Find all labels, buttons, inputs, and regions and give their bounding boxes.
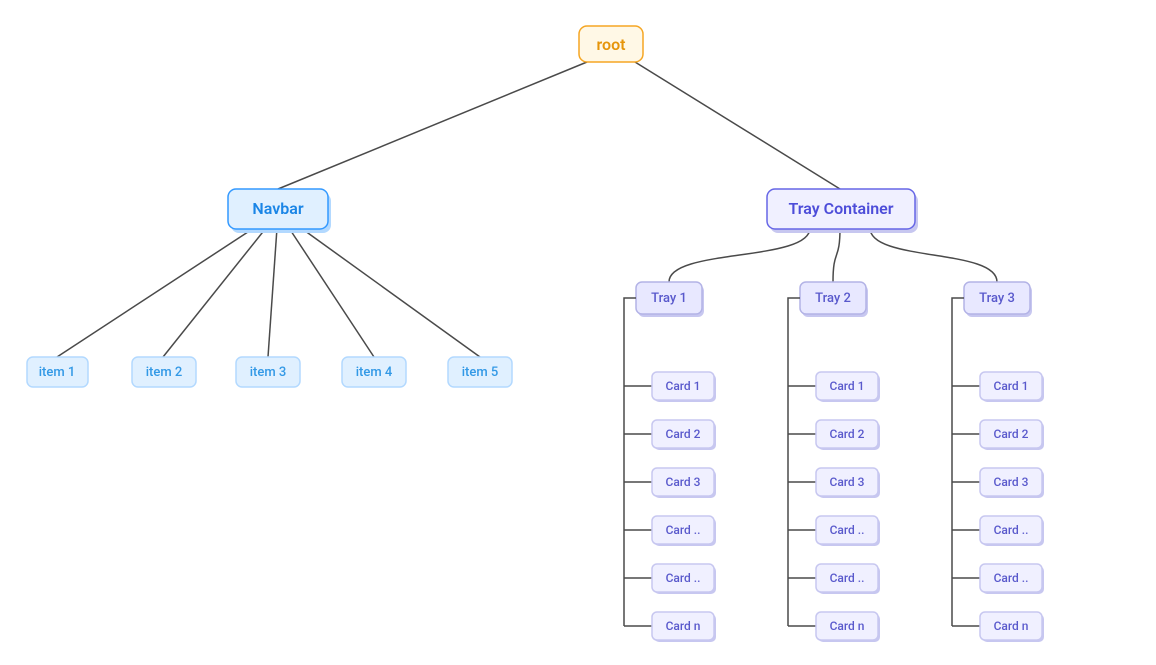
navbar-node: Navbar — [228, 189, 331, 233]
edge-traycontainer-tray1 — [669, 228, 810, 282]
root-node: root — [579, 26, 643, 62]
edge-root-navbar — [278, 62, 587, 189]
card-label: Card 3 — [666, 475, 701, 489]
card-node: Card n — [816, 612, 880, 642]
card-label: Card n — [994, 619, 1029, 633]
card-label: Card 3 — [994, 475, 1029, 489]
card-node: Card 2 — [816, 420, 880, 450]
edge-navbar-item3 — [268, 228, 277, 357]
card-node: Card 2 — [652, 420, 716, 450]
tray-label: Tray 1 — [651, 291, 687, 306]
card-label: Card 1 — [666, 379, 701, 393]
card-label: Card .. — [994, 571, 1029, 585]
tray2-spine — [788, 298, 800, 626]
edge-navbar-item2 — [163, 228, 266, 357]
edge-navbar-item1 — [57, 228, 254, 357]
card-node: Card 3 — [652, 468, 716, 498]
navbar-item: item 2 — [132, 357, 196, 387]
card-node: Card .. — [980, 516, 1044, 546]
tray-label: Tray 2 — [815, 291, 851, 306]
edge-traycontainer-tray3 — [870, 228, 997, 282]
navbar-item-label: item 5 — [462, 365, 499, 380]
tray-container-node: Tray Container — [767, 189, 918, 233]
card-node: Card n — [652, 612, 716, 642]
card-label: Card 2 — [830, 427, 865, 441]
navbar-item-label: item 3 — [250, 365, 287, 380]
card-label: Card 2 — [994, 427, 1029, 441]
card-node: Card .. — [652, 564, 716, 594]
card-label: Card .. — [666, 571, 701, 585]
card-label: Card 1 — [830, 379, 865, 393]
card-node: Card .. — [816, 564, 880, 594]
card-label: Card .. — [830, 571, 865, 585]
edge-traycontainer-tray2 — [833, 228, 840, 282]
card-label: Card 2 — [666, 427, 701, 441]
navbar-item-label: item 2 — [146, 365, 183, 380]
card-label: Card n — [666, 619, 701, 633]
navbar-item: item 1 — [27, 357, 88, 387]
navbar-item: item 5 — [448, 357, 512, 387]
card-node: Card n — [980, 612, 1044, 642]
card-label: Card 3 — [830, 475, 865, 489]
navbar-item-label: item 4 — [356, 365, 393, 380]
tray-node: Tray 1 — [636, 282, 704, 317]
card-node: Card 2 — [980, 420, 1044, 450]
card-node: Card 3 — [816, 468, 880, 498]
card-node: Card 1 — [816, 372, 880, 402]
card-node: Card .. — [980, 564, 1044, 594]
root-label: root — [596, 35, 626, 54]
card-node: Card .. — [652, 516, 716, 546]
edge-navbar-item5 — [301, 228, 480, 357]
edge-root-traycontainer — [635, 62, 840, 189]
tray-label: Tray 3 — [979, 291, 1015, 306]
tray1-spine — [624, 298, 636, 626]
card-label: Card n — [830, 619, 865, 633]
navbar-item: item 4 — [342, 357, 406, 387]
card-node: Card 1 — [980, 372, 1044, 402]
navbar-item-label: item 1 — [39, 365, 76, 380]
card-node: Card .. — [816, 516, 880, 546]
card-node: Card 3 — [980, 468, 1044, 498]
card-label: Card .. — [666, 523, 701, 537]
tray-node: Tray 3 — [964, 282, 1032, 317]
card-label: Card .. — [994, 523, 1029, 537]
card-label: Card .. — [830, 523, 865, 537]
tray-node: Tray 2 — [800, 282, 868, 317]
tray-container-label: Tray Container — [788, 199, 893, 218]
card-node: Card 1 — [652, 372, 716, 402]
tray3-spine — [952, 298, 964, 626]
edge-navbar-item4 — [289, 228, 374, 357]
navbar-item: item 3 — [236, 357, 300, 387]
card-label: Card 1 — [994, 379, 1029, 393]
navbar-label: Navbar — [252, 199, 303, 218]
tree-diagram: root Navbar Tray Container item 1 item 2… — [0, 0, 1156, 665]
